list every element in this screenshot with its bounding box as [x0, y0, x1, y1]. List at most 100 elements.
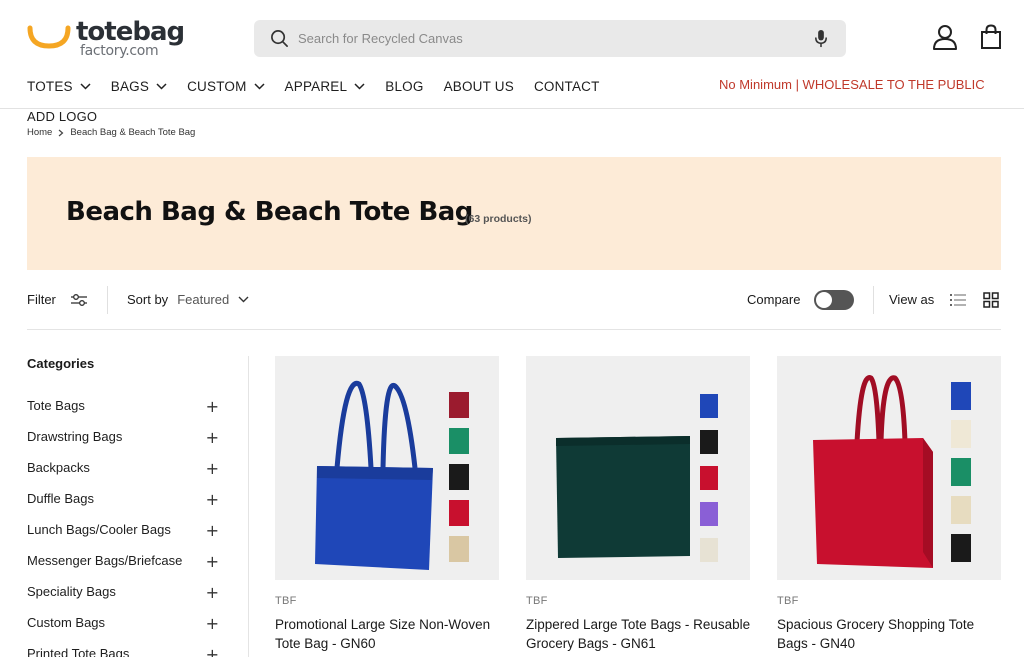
nav-bags[interactable]: BAGS [111, 79, 167, 94]
nav-custom[interactable]: CUSTOM [187, 78, 265, 94]
category-label: Backpacks [27, 460, 90, 475]
swatch-mini-bag[interactable] [951, 496, 971, 524]
plus-icon[interactable]: + [206, 645, 219, 657]
search-input[interactable]: Search for Recycled Canvas [298, 31, 463, 46]
product-vendor: TBF [526, 595, 548, 607]
category-item[interactable]: Duffle Bags + [27, 490, 224, 522]
product-image[interactable] [777, 356, 1001, 580]
main-nav: TOTES BAGS CUSTOM APPAREL BLOG ABOUT US … [27, 76, 620, 96]
product-count: (63 products) [465, 213, 532, 225]
category-item[interactable]: Speciality Bags + [27, 583, 224, 615]
swatch-mini-bag[interactable] [449, 500, 469, 526]
category-label: Duffle Bags [27, 491, 94, 506]
plus-icon[interactable]: + [206, 521, 219, 540]
chevron-down-icon [238, 296, 249, 303]
nav-about-us[interactable]: ABOUT US [444, 79, 514, 94]
category-label: Custom Bags [27, 615, 106, 630]
filter-sliders-icon [70, 293, 87, 306]
product-image[interactable] [526, 356, 750, 580]
chevron-down-icon [354, 82, 365, 90]
collection-toolbar: Filter Sort by Featured Compare View as [27, 286, 1001, 316]
product-title[interactable]: Spacious Grocery Shopping Tote Bags - GN… [777, 615, 1007, 653]
plus-icon[interactable]: + [206, 397, 219, 416]
nav-blog[interactable]: BLOG [385, 79, 423, 94]
swatch-mini-bag[interactable] [449, 428, 469, 454]
swatch-mini-bag[interactable] [951, 458, 971, 486]
plus-icon[interactable]: + [206, 614, 219, 633]
product-vendor: TBF [777, 595, 799, 607]
page-title: Beach Bag & Beach Tote Bag [66, 197, 473, 227]
logo-smile-icon [27, 25, 71, 49]
nav-totes[interactable]: TOTES [27, 79, 91, 94]
breadcrumb-current: Beach Bag & Beach Tote Bag [70, 127, 196, 138]
swatch-mini-bag[interactable] [449, 464, 469, 490]
microphone-icon[interactable] [814, 29, 828, 48]
swatch-mini-bag[interactable] [951, 382, 971, 410]
category-item[interactable]: Messenger Bags/Briefcase + [27, 552, 224, 584]
category-label: Speciality Bags [27, 584, 116, 599]
search-icon[interactable] [270, 29, 289, 48]
collection-hero: Beach Bag & Beach Tote Bag (63 products) [27, 157, 1001, 270]
account-icon[interactable] [932, 24, 958, 50]
nav-label: BLOG [385, 78, 424, 94]
sort-select[interactable]: Sort by Featured [127, 292, 249, 307]
logo-text: totebag [76, 17, 185, 47]
category-item[interactable]: Drawstring Bags + [27, 428, 224, 460]
swatch-mini-bag[interactable] [700, 538, 718, 562]
swatch-mini-bag[interactable] [700, 394, 718, 418]
product-title[interactable]: Promotional Large Size Non-Woven Tote Ba… [275, 615, 505, 653]
nav-label: ABOUT US [443, 78, 514, 94]
plus-icon[interactable]: + [206, 490, 219, 509]
category-item[interactable]: Tote Bags + [27, 397, 224, 429]
category-item[interactable]: Backpacks + [27, 459, 224, 491]
list-view-icon[interactable] [950, 293, 966, 307]
filter-label: Filter [27, 292, 56, 307]
sort-label: Sort by [127, 292, 169, 307]
promo-banner-text[interactable]: No Minimum | WHOLESALE TO THE PUBLIC [719, 77, 985, 92]
plus-icon[interactable]: + [206, 552, 219, 571]
chevron-down-icon [156, 82, 167, 90]
compare-label: Compare [747, 292, 801, 307]
breadcrumb: Home Beach Bag & Beach Tote Bag [27, 127, 195, 138]
chevron-down-icon [254, 82, 265, 90]
plus-icon[interactable]: + [206, 583, 219, 602]
nav-label: APPAREL [284, 78, 348, 94]
plus-icon[interactable]: + [206, 459, 219, 478]
swatch-mini-bag[interactable] [449, 536, 469, 562]
toolbar-divider-line [27, 329, 1001, 330]
toolbar-divider [107, 286, 108, 314]
category-item[interactable]: Lunch Bags/Cooler Bags + [27, 521, 224, 553]
grid-view-icon[interactable] [983, 292, 999, 308]
chevron-right-icon [58, 129, 64, 136]
product-image[interactable] [275, 356, 499, 580]
plus-icon[interactable]: + [206, 428, 219, 447]
category-sidebar: Categories Tote Bags + Drawstring Bags + B… [27, 356, 227, 657]
toggle-knob [816, 292, 832, 308]
swatch-mini-bag[interactable] [951, 420, 971, 448]
nav-add-logo[interactable]: ADD LOGO [27, 109, 97, 124]
swatch-mini-bag[interactable] [700, 466, 718, 490]
category-label: Drawstring Bags [27, 429, 123, 444]
filter-button[interactable]: Filter [27, 292, 88, 307]
nav-apparel[interactable]: APPAREL [285, 79, 366, 94]
search-bar[interactable]: Search for Recycled Canvas [254, 20, 846, 57]
category-list: Tote Bags + Drawstring Bags + Backpacks + D… [27, 397, 224, 657]
toolbar-divider [873, 286, 874, 314]
swatch-mini-bag[interactable] [700, 430, 718, 454]
site-logo[interactable]: totebag factory.com [26, 18, 186, 58]
view-as-label: View as [889, 292, 935, 307]
swatch-mini-bag[interactable] [951, 534, 971, 562]
swatch-mini-bag[interactable] [700, 502, 718, 526]
nav-label: CUSTOM [187, 78, 247, 94]
nav-contact[interactable]: CONTACT [534, 79, 600, 94]
category-item[interactable]: Printed Tote Bags + [27, 645, 224, 657]
compare-toggle[interactable] [814, 290, 854, 310]
cart-bag-icon[interactable] [980, 24, 1002, 50]
sort-value: Featured [177, 292, 230, 307]
swatch-mini-bag[interactable] [449, 392, 469, 418]
breadcrumb-home[interactable]: Home [27, 127, 52, 138]
category-label: Lunch Bags/Cooler Bags [27, 522, 171, 537]
category-item[interactable]: Custom Bags + [27, 614, 224, 646]
category-label: Messenger Bags/Briefcase [27, 553, 183, 568]
product-title[interactable]: Zippered Large Tote Bags - Reusable Groc… [526, 615, 756, 653]
